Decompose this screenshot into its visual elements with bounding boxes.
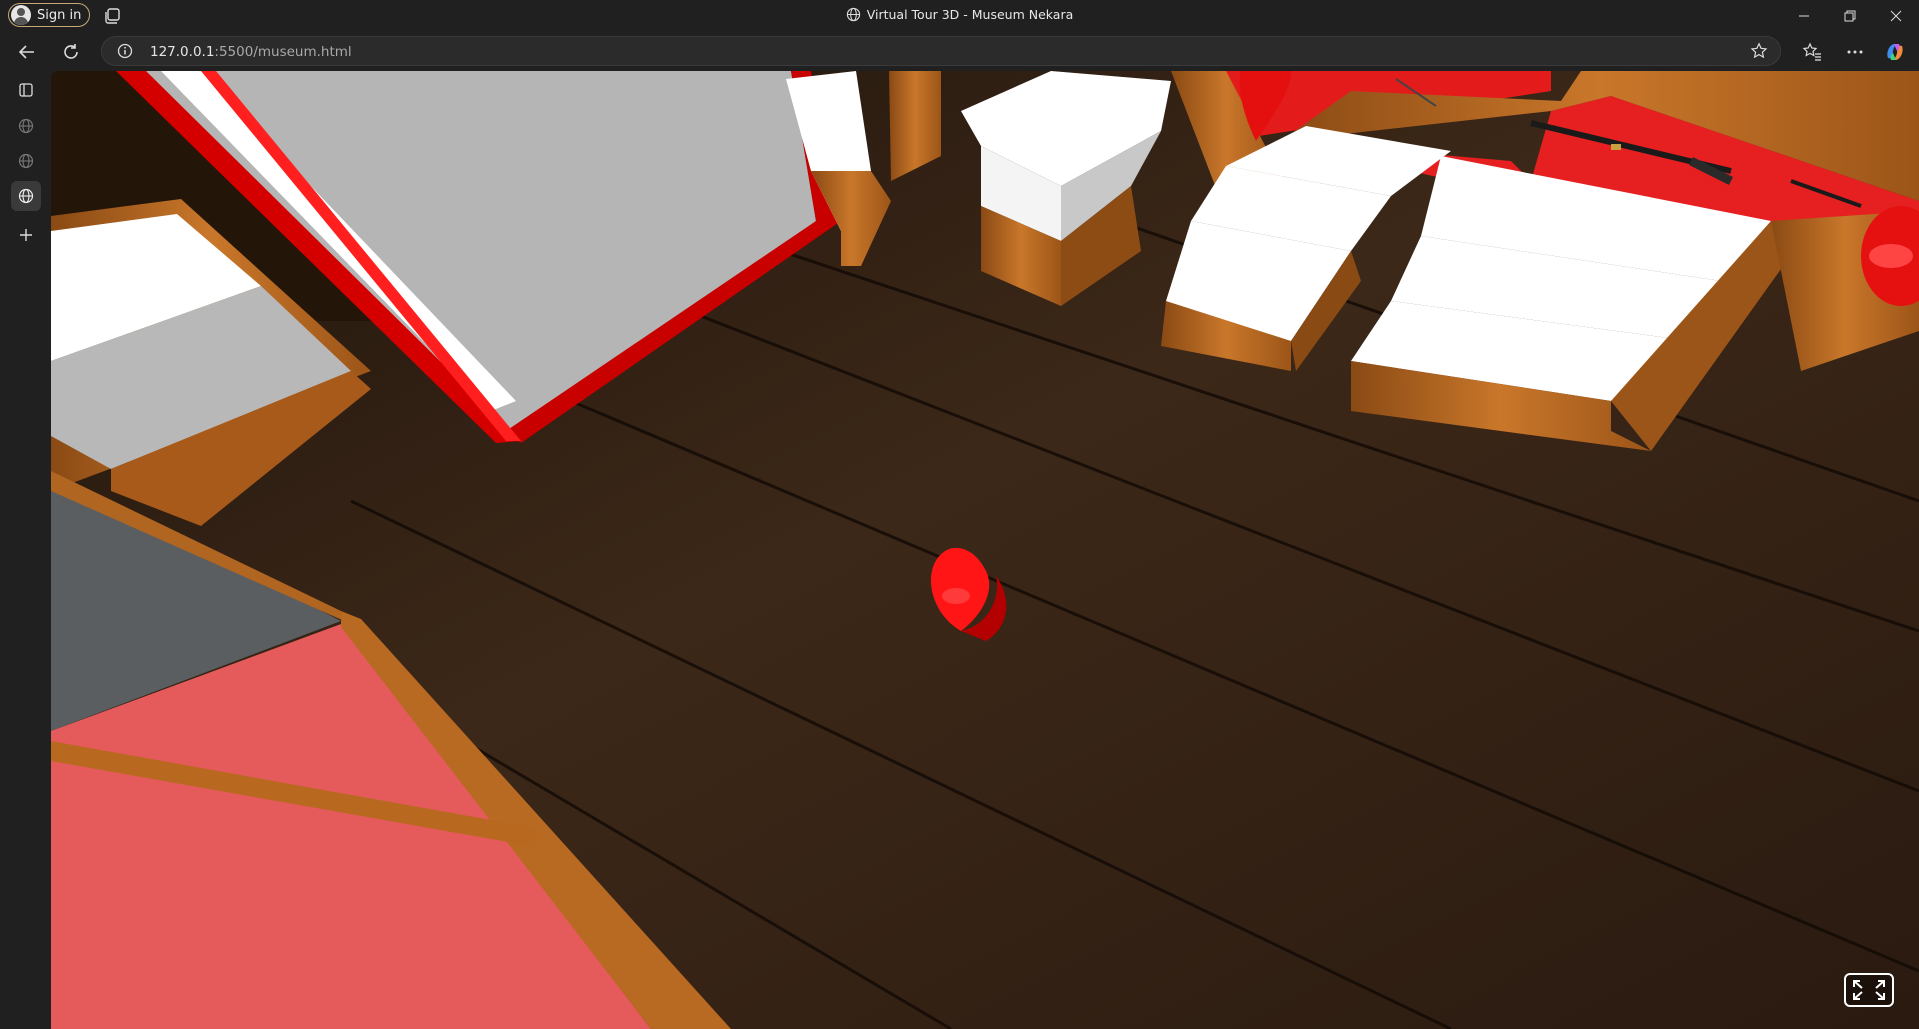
more-options-icon[interactable] bbox=[1842, 39, 1868, 65]
copilot-icon[interactable] bbox=[1882, 39, 1908, 65]
globe-icon[interactable] bbox=[11, 146, 41, 176]
close-button[interactable] bbox=[1873, 0, 1919, 32]
new-tab-plus-icon[interactable] bbox=[11, 220, 41, 250]
globe-icon[interactable] bbox=[11, 181, 41, 211]
fullscreen-button[interactable] bbox=[1844, 973, 1894, 1007]
globe-icon[interactable] bbox=[11, 111, 41, 141]
url-text[interactable]: 127.0.0.1:5500/museum.html bbox=[150, 44, 352, 60]
back-button[interactable] bbox=[14, 39, 40, 65]
museum-3d-canvas[interactable] bbox=[51, 71, 1919, 1029]
expand-icon bbox=[1853, 980, 1885, 1000]
globe-icon bbox=[846, 7, 861, 25]
page-title: Virtual Tour 3D - Museum Nekara bbox=[866, 7, 1074, 22]
window-title: Virtual Tour 3D - Museum Nekara bbox=[0, 7, 1919, 25]
refresh-button[interactable] bbox=[58, 39, 84, 65]
address-bar[interactable]: 127.0.0.1:5500/museum.html bbox=[101, 36, 1781, 66]
site-info-icon[interactable] bbox=[117, 43, 133, 63]
sidebar-panel-icon[interactable] bbox=[11, 75, 41, 105]
url-host: 127.0.0.1 bbox=[150, 44, 215, 60]
minimize-button[interactable] bbox=[1781, 0, 1827, 32]
museum-scene bbox=[51, 71, 1919, 1029]
vertical-sidebar bbox=[0, 70, 50, 1029]
url-path: :5500/museum.html bbox=[214, 44, 352, 60]
restore-button[interactable] bbox=[1827, 0, 1873, 32]
favorites-icon[interactable] bbox=[1799, 39, 1825, 65]
title-bar: Sign in Virtual Tour 3D - Museum Nekara bbox=[0, 0, 1919, 32]
favorite-star-icon[interactable] bbox=[1750, 42, 1768, 64]
